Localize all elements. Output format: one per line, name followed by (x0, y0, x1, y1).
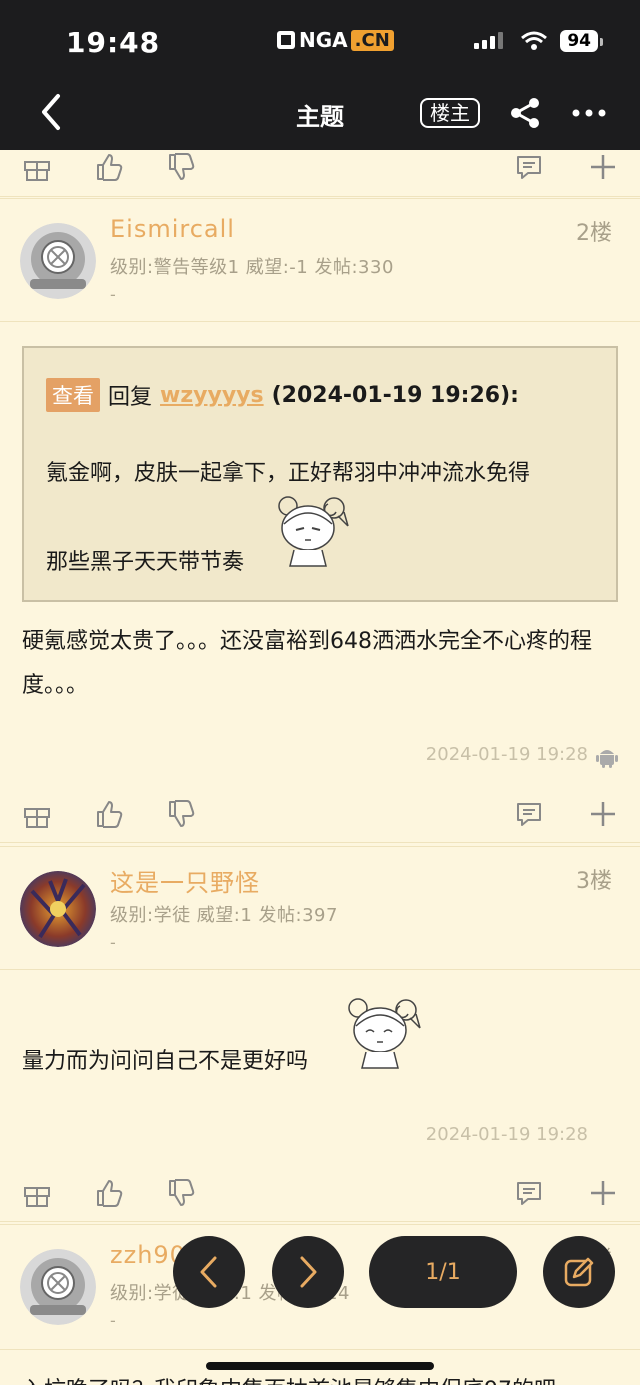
user-signature: - (110, 933, 116, 952)
view-quote-button[interactable]: 查看 (46, 378, 100, 412)
app-logo: NGA .CN (276, 28, 394, 52)
post-header: 这是一只野怪 级别:学徒 威望:1 发帖:397 - 3楼 (0, 846, 640, 970)
post-action-bar (0, 150, 640, 197)
comment-icon[interactable] (514, 152, 544, 182)
thumbs-down-icon[interactable] (166, 799, 196, 829)
share-icon[interactable] (510, 98, 542, 128)
next-page-button[interactable] (272, 1236, 344, 1308)
quote-block: 查看 回复 wzyyyys (2024-01-19 19:26): 氪金啊，皮肤… (22, 346, 618, 602)
user-signature: - (110, 285, 116, 304)
gift-icon[interactable] (22, 799, 52, 829)
username[interactable]: 这是一只野怪 (110, 863, 260, 898)
gift-icon[interactable] (22, 1178, 52, 1208)
battery-indicator: 94 (560, 30, 603, 52)
avatar[interactable] (20, 223, 96, 299)
reply-label: 回复 (108, 385, 153, 410)
add-icon[interactable] (588, 799, 618, 829)
bottom-navigation: 1/1 (0, 1236, 640, 1308)
top-bar: 19:48 NGA .CN 94 主题 楼主 (0, 0, 640, 150)
add-icon[interactable] (588, 152, 618, 182)
thumbs-down-icon[interactable] (166, 1178, 196, 1208)
page-indicator-button[interactable]: 1/1 (369, 1236, 517, 1308)
post-body: 硬氪感觉太贵了。。。还没富裕到648洒洒水完全不心疼的程度。。。 (22, 629, 592, 698)
wifi-icon (521, 31, 548, 50)
android-icon (596, 750, 618, 768)
comment-icon[interactable] (514, 1178, 544, 1208)
quote-text-line2: 那些黑子天天带节奏 (46, 550, 245, 575)
post-action-bar (0, 785, 640, 843)
floor-number: 2楼 (576, 221, 612, 246)
user-info: 级别:警告等级1 威望:-1 发帖:330 (110, 257, 394, 278)
game-character-avatar-icon (20, 871, 96, 947)
gift-icon[interactable] (22, 152, 52, 182)
chevron-left-icon (200, 1256, 217, 1288)
anime-sticker-icon (348, 998, 421, 1069)
cellular-signal-icon (474, 32, 504, 49)
post-header: Eismircall 级别:警告等级1 威望:-1 发帖:330 - 2楼 (0, 198, 640, 322)
post-body: 量力而为问问自己不是更好吗 (22, 1049, 309, 1074)
post-time: 2024-01-19 19:28 (425, 1124, 588, 1145)
partial-post-body: 入坑晚了吗？我印象中集百抽首池是够集中保底97的吧 (22, 1372, 556, 1385)
diving-helmet-avatar-icon (20, 223, 96, 299)
thumbs-up-icon[interactable] (94, 799, 124, 829)
chevron-right-icon (300, 1256, 317, 1288)
anime-sticker-icon (278, 496, 349, 567)
thumbs-down-icon[interactable] (166, 152, 196, 182)
add-icon[interactable] (588, 1178, 618, 1208)
page-title: 主题 (296, 103, 344, 131)
more-icon[interactable] (572, 98, 606, 128)
prev-page-button[interactable] (173, 1236, 245, 1308)
username[interactable]: Eismircall (110, 215, 235, 243)
status-time: 19:48 (66, 26, 161, 59)
quote-text-line1: 氪金啊，皮肤一起拿下，正好帮羽中冲冲流水免得 (46, 461, 531, 486)
status-icons: 94 (474, 30, 603, 52)
edit-icon (564, 1257, 594, 1287)
quoted-date: (2024-01-19 19:26): (271, 382, 519, 408)
floor-number: 3楼 (576, 869, 612, 894)
user-signature: - (110, 1311, 116, 1330)
quote-header: 查看 回复 wzyyyys (2024-01-19 19:26): (46, 378, 519, 412)
logo-cn: .CN (350, 29, 394, 51)
logo-text: NGA (299, 28, 348, 52)
comment-icon[interactable] (514, 799, 544, 829)
thumbs-up-icon[interactable] (94, 1178, 124, 1208)
op-only-button[interactable]: 楼主 (420, 98, 480, 128)
post-action-bar (0, 1164, 640, 1222)
post-time: 2024-01-19 19:28 (425, 744, 588, 765)
user-info: 级别:学徒 威望:1 发帖:397 (110, 905, 338, 926)
logo-emblem-icon (277, 31, 295, 49)
thumbs-up-icon[interactable] (94, 152, 124, 182)
home-indicator (206, 1362, 434, 1370)
compose-button[interactable] (543, 1236, 615, 1308)
avatar[interactable] (20, 871, 96, 947)
quoted-username[interactable]: wzyyyys (160, 383, 264, 408)
